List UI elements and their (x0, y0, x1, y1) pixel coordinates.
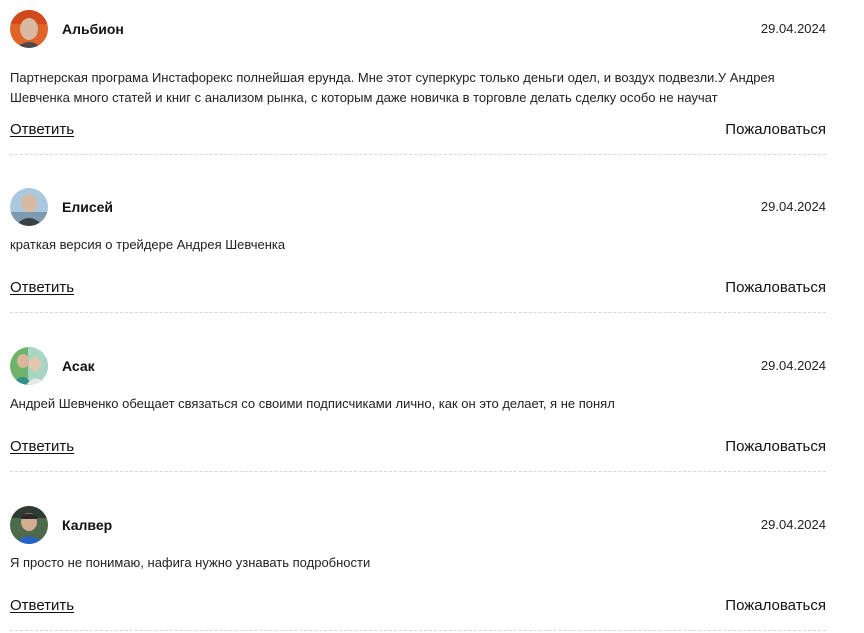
comment-item: Альбион 29.04.2024 Партнерская програма … (10, 10, 826, 155)
comment-date: 29.04.2024 (760, 199, 826, 214)
comment-date: 29.04.2024 (760, 21, 826, 36)
comment-text: Я просто не понимаю, нафига нужно узнава… (10, 555, 371, 570)
comment-date: 29.04.2024 (760, 517, 826, 532)
comment-author: Калвер (62, 517, 113, 533)
comment-header: Калвер 29.04.2024 (10, 506, 826, 544)
comment-date: 29.04.2024 (760, 358, 826, 373)
comment-header: Асак 29.04.2024 (10, 347, 826, 385)
divider (10, 471, 826, 472)
avatar (10, 10, 48, 48)
comment-actions: Ответить Пожаловаться (10, 438, 826, 460)
reply-button[interactable]: Ответить (10, 597, 74, 614)
comment-actions: Ответить Пожаловаться (10, 279, 826, 301)
comment-item: Асак 29.04.2024 Андрей Шевченко обещает … (10, 347, 826, 472)
avatar (10, 188, 48, 226)
comment-header: Елисей 29.04.2024 (10, 188, 826, 226)
reply-button[interactable]: Ответить (10, 279, 74, 296)
comments-list: Альбион 29.04.2024 Партнерская програма … (0, 0, 864, 633)
comment-header: Альбион 29.04.2024 (10, 10, 826, 48)
divider (10, 154, 826, 155)
comment-item: Елисей 29.04.2024 краткая версия о трейд… (10, 188, 826, 313)
comment-item: Калвер 29.04.2024 Я просто не понимаю, н… (10, 506, 826, 632)
report-button[interactable]: Пожаловаться (725, 279, 826, 296)
comment-author: Альбион (62, 21, 124, 37)
avatar (10, 506, 48, 544)
report-button[interactable]: Пожаловаться (725, 121, 826, 138)
divider (10, 630, 826, 631)
comment-text: Андрей Шевченко обещает связаться со сво… (10, 396, 615, 411)
reply-button[interactable]: Ответить (10, 121, 74, 138)
reply-button[interactable]: Ответить (10, 438, 74, 455)
comment-actions: Ответить Пожаловаться (10, 121, 826, 143)
comment-text: краткая версия о трейдере Андрея Шевченк… (10, 237, 286, 252)
comment-author: Елисей (62, 199, 114, 215)
avatar (10, 347, 48, 385)
comment-text: Партнерская програма Инстафорекс полнейш… (10, 70, 775, 105)
report-button[interactable]: Пожаловаться (725, 438, 826, 455)
divider (10, 312, 826, 313)
report-button[interactable]: Пожаловаться (725, 597, 826, 614)
comment-author: Асак (62, 358, 95, 374)
comment-actions: Ответить Пожаловаться (10, 597, 826, 619)
